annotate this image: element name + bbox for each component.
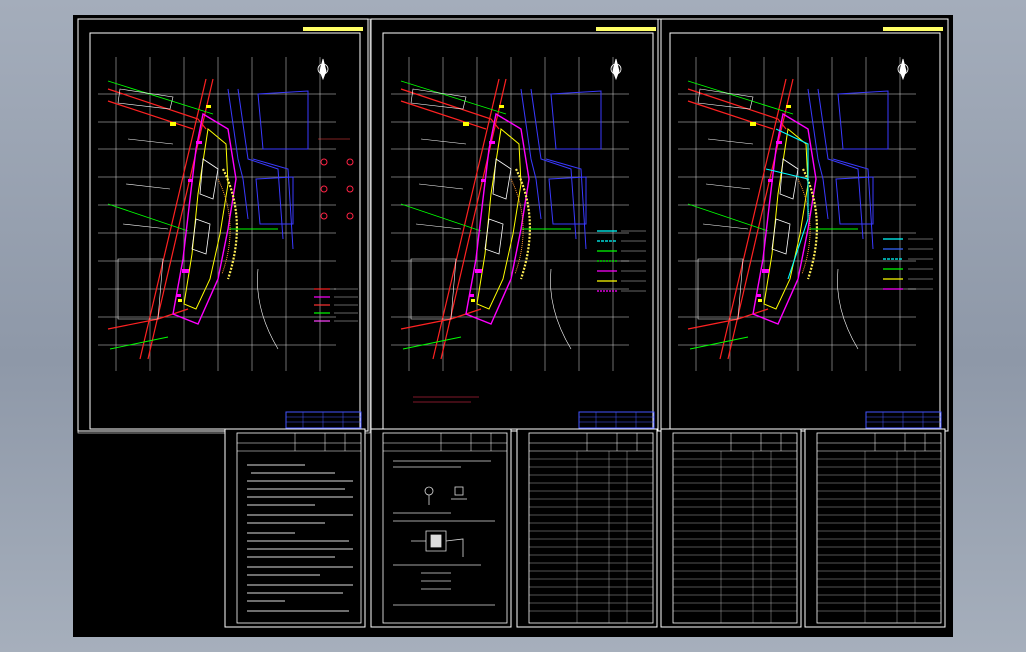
plan-sheet-2[interactable] [370,18,662,432]
table-sheet-notes[interactable] [224,428,366,628]
line-legend [314,288,358,322]
line-legend [883,238,933,290]
plan-sheet-3[interactable] [657,18,949,432]
line-legend [597,230,646,292]
cad-drawing-canvas [77,18,949,628]
plan-sheet-1[interactable] [77,18,371,434]
symbol-legend [318,138,354,220]
table-sheet-list-3[interactable] [804,428,946,628]
cad-viewport[interactable] [73,15,953,637]
table-sheet-list-2[interactable] [660,428,802,628]
notes-block [413,396,479,403]
table-sheet-details[interactable] [370,428,512,628]
table-sheet-list-1[interactable] [516,428,658,628]
